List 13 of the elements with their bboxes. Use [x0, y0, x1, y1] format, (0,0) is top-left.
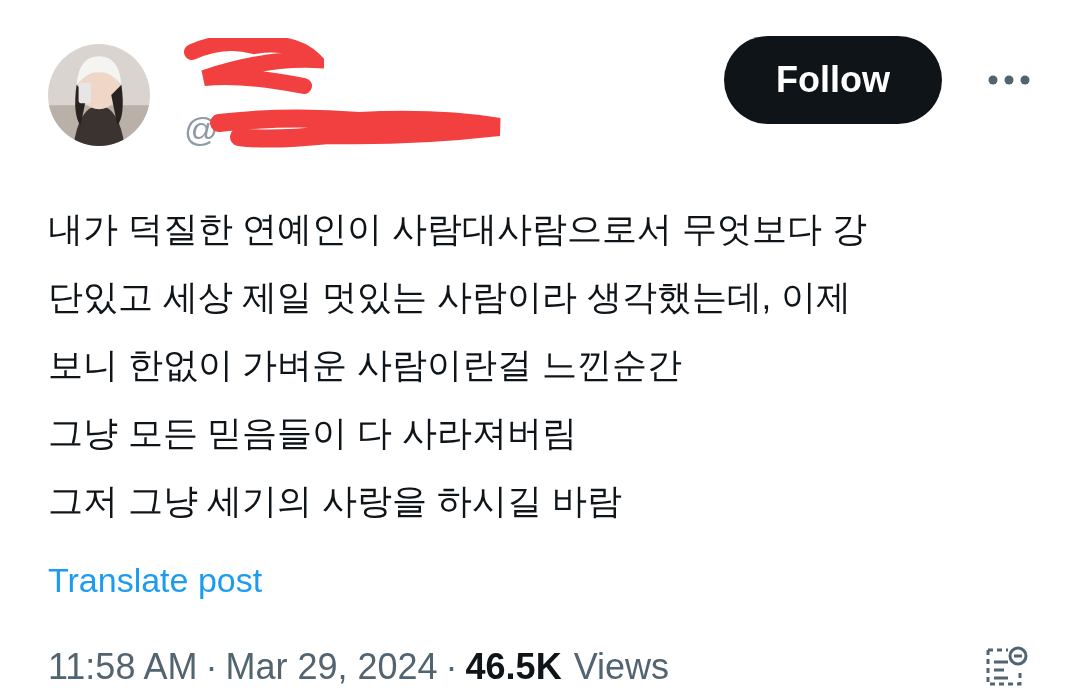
- post-time: 11:58 AM: [48, 645, 198, 689]
- post-text-line: 그저 그냥 세기의 사랑을 하시길 바람: [48, 480, 623, 522]
- post-text-line: 보니 한없이 가벼운 사람이란걸 느낀순간: [48, 344, 683, 386]
- views-label: Views: [573, 645, 670, 689]
- separator-dot: ·: [205, 645, 218, 689]
- separator-dot: ·: [445, 645, 458, 689]
- post-text-line: 그냥 모든 믿음들이 다 사라져버림: [48, 412, 578, 454]
- post-text-line: 내가 덕질한 연예인이 사람대사람으로서 무엇보다 강: [48, 208, 868, 250]
- more-icon[interactable]: [988, 75, 1030, 85]
- post-date: Mar 29, 2024: [225, 645, 438, 689]
- views-count: 46.5K: [465, 645, 562, 689]
- post-text-line: 단있고 세상 제일 멋있는 사람이라 생각했는데, 이제: [48, 276, 853, 318]
- follow-button[interactable]: Follow: [724, 36, 942, 124]
